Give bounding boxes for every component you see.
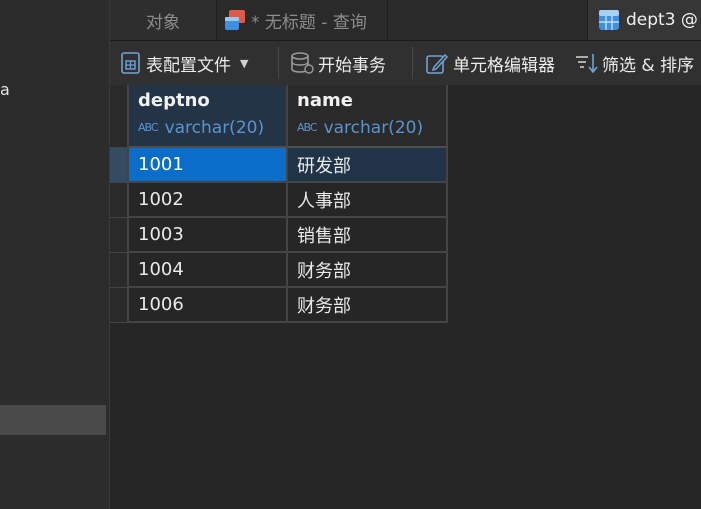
text-type-icon: ABC (297, 121, 318, 134)
table-row[interactable]: 1003 销售部 (110, 218, 448, 253)
query-icon (225, 10, 245, 30)
cell-deptno[interactable]: 1006 (129, 288, 288, 323)
table-profile-button[interactable]: 表配置文件 ▼ (120, 41, 248, 85)
begin-transaction-label: 开始事务 (318, 55, 386, 76)
cell-name[interactable]: 财务部 (288, 288, 448, 323)
table-row[interactable]: 1004 财务部 (110, 253, 448, 288)
tab-objects[interactable]: 对象 (110, 0, 217, 40)
filter-sort-label: 筛选 & 排序 (602, 55, 695, 76)
cell-deptno[interactable]: 1001 (129, 148, 288, 183)
header-indicator (110, 85, 129, 148)
grid-header-row: deptno ABC varchar(20) name ABC varchar(… (110, 85, 448, 148)
column-header-deptno[interactable]: deptno ABC varchar(20) (129, 85, 288, 148)
text-type-icon: ABC (138, 121, 159, 134)
cell-name[interactable]: 财务部 (288, 253, 448, 288)
cell-deptno[interactable]: 1003 (129, 218, 288, 253)
app-window: a 对象 * 无标题 - 查询 dept3 @ 表配置文件 ▼ 开始事务 单元格… (0, 0, 701, 509)
row-indicator[interactable] (110, 148, 129, 183)
table-row[interactable]: 1002 人事部 (110, 183, 448, 218)
navigation-item-fragment[interactable]: a (0, 80, 10, 99)
filter-sort-button[interactable]: 筛选 & 排序 (574, 41, 694, 85)
toolbar-divider (412, 47, 413, 79)
begin-transaction-button[interactable]: 开始事务 (290, 41, 386, 85)
table-icon (599, 10, 619, 30)
cell-name[interactable]: 人事部 (288, 183, 448, 218)
cell-editor-label: 单元格编辑器 (453, 55, 555, 76)
profile-icon (121, 52, 140, 74)
column-type: ABC varchar(20) (138, 113, 286, 143)
tab-bar: 对象 * 无标题 - 查询 dept3 @ (110, 0, 701, 41)
tab-objects-label: 对象 (146, 12, 180, 33)
cell-name[interactable]: 销售部 (288, 218, 448, 253)
column-type-label: varchar(20) (323, 118, 424, 138)
cell-deptno[interactable]: 1002 (129, 183, 288, 218)
cell-editor-button[interactable]: 单元格编辑器 (425, 41, 555, 85)
tab-query[interactable]: * 无标题 - 查询 (217, 0, 388, 40)
table-row[interactable]: 1001 研发部 (110, 148, 448, 183)
column-type-label: varchar(20) (164, 118, 265, 138)
row-indicator[interactable] (110, 253, 129, 288)
cell-deptno[interactable]: 1004 (129, 253, 288, 288)
navigation-selected-item[interactable] (0, 405, 106, 435)
column-type: ABC varchar(20) (297, 113, 446, 143)
row-indicator[interactable] (110, 183, 129, 218)
table-profile-label: 表配置文件 (146, 55, 231, 76)
tab-query-label: * 无标题 - 查询 (251, 12, 367, 33)
column-name: deptno (138, 90, 210, 111)
filter-sort-icon (576, 54, 598, 74)
edit-icon (426, 53, 449, 74)
chevron-down-icon[interactable]: ▼ (240, 57, 248, 70)
column-name: name (297, 90, 353, 111)
cell-name[interactable]: 研发部 (288, 148, 448, 183)
table-row[interactable]: 1006 财务部 (110, 288, 448, 323)
row-indicator[interactable] (110, 218, 129, 253)
row-indicator[interactable] (110, 288, 129, 323)
database-icon (291, 52, 314, 74)
toolbar-divider (278, 47, 279, 79)
data-grid: deptno ABC varchar(20) name ABC varchar(… (110, 85, 448, 323)
tab-table-dept3[interactable]: dept3 @ (587, 0, 701, 40)
toolbar: 表配置文件 ▼ 开始事务 单元格编辑器 筛选 & 排序 (110, 41, 701, 85)
tab-table-label: dept3 @ (626, 10, 698, 30)
column-header-name[interactable]: name ABC varchar(20) (288, 85, 448, 148)
navigation-pane: a (0, 0, 110, 509)
